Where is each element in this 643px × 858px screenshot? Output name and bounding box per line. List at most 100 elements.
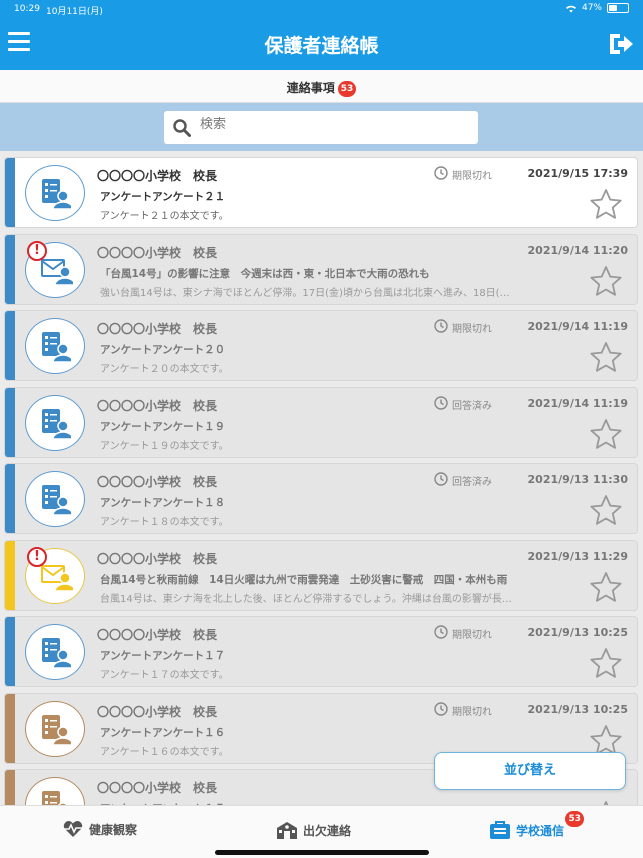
star-icon[interactable] — [589, 571, 623, 607]
message-body: アンケート１７の本文です。 — [100, 670, 229, 681]
status-right: 47% — [565, 3, 629, 13]
message-date: 2021/9/14 11:20 — [527, 243, 628, 257]
survey-icon — [25, 624, 85, 680]
wifi-icon — [565, 5, 576, 12]
category-stripe — [5, 770, 15, 805]
message-body: 台風14号は、東シナ海を北上した後、ほとんど停滞するでしょう。沖縄は台風の影響が… — [100, 593, 512, 605]
star-icon[interactable] — [589, 265, 623, 301]
page-title: 保護者連絡帳 — [264, 35, 379, 57]
message-body: アンケート１８の本文です。 — [100, 517, 229, 528]
message-card[interactable]: ! 〇〇〇〇小学校 校長 2021/9/14 11:20 「台風14号」の影響に… — [4, 233, 638, 305]
message-body: 強い台風14号は、東シナ海でほとんど停滞。17日(金)頃から台風は北北東へ進み、… — [100, 287, 510, 299]
message-state-label: 期限切れ — [452, 706, 492, 718]
message-state: 回答済み — [434, 395, 492, 413]
message-state: 期限切れ — [434, 701, 492, 719]
star-icon[interactable] — [589, 647, 623, 683]
status-date: 10月11日(月) — [46, 7, 103, 17]
tab-school-news-label: 学校通信 — [516, 823, 565, 838]
message-card[interactable]: 〇〇〇〇小学校 校長 回答済み 2021/9/14 11:19 アンケートアンケ… — [4, 386, 638, 458]
category-stripe — [5, 617, 15, 686]
message-subject: アンケートアンケート２１ — [100, 191, 226, 203]
battery-icon — [607, 3, 629, 13]
category-stripe — [5, 234, 15, 304]
category-stripe — [5, 693, 15, 763]
message-date: 2021/9/14 11:19 — [527, 396, 628, 410]
star-icon[interactable] — [589, 341, 623, 377]
tab-health[interactable]: 健康観察 — [62, 820, 137, 838]
nav-bar: 保護者連絡帳 — [0, 18, 643, 70]
message-list[interactable]: 〇〇〇〇小学校 校長 期限切れ 2021/9/15 17:39 アンケートアンケ… — [0, 151, 643, 805]
message-body: アンケート２１の本文です。 — [100, 211, 229, 222]
status-time: 10:29 — [14, 4, 40, 14]
message-body: アンケート１９の本文です。 — [100, 440, 229, 452]
message-card[interactable]: 〇〇〇〇小学校 校長 期限切れ 2021/9/14 11:19 アンケートアンケ… — [4, 310, 638, 381]
tab-badge: 53 — [565, 811, 585, 827]
message-date: 2021/9/14 11:19 — [527, 320, 628, 333]
message-sender: 〇〇〇〇小学校 校長 — [97, 628, 218, 642]
message-state-label: 期限切れ — [452, 324, 492, 335]
message-card[interactable]: 〇〇〇〇小学校 校長 期限切れ 2021/9/13 10:25 アンケートアンケ… — [4, 616, 638, 687]
message-state: 期限切れ — [434, 625, 492, 642]
message-state-label: 回答済み — [452, 400, 492, 412]
star-icon[interactable] — [589, 418, 623, 454]
message-sender: 〇〇〇〇小学校 校長 — [97, 169, 218, 183]
survey-icon — [25, 165, 85, 221]
message-date: 2021/9/13 11:30 — [527, 473, 628, 486]
message-state: 期限切れ — [434, 319, 492, 336]
survey-icon — [25, 318, 85, 374]
tab-attendance-label: 出欠連絡 — [303, 823, 352, 838]
tab-attendance[interactable]: 出欠連絡 — [276, 820, 351, 840]
tab-school-news[interactable]: 学校通信 53 — [489, 811, 585, 840]
message-card[interactable]: 〇〇〇〇小学校 校長 回答済み 2021/9/13 11:30 アンケートアンケ… — [4, 463, 638, 534]
message-subject: アンケートアンケート１８ — [100, 497, 226, 509]
message-sender: 〇〇〇〇小学校 校長 — [97, 704, 218, 719]
clock-icon — [434, 395, 448, 413]
message-state-label: 期限切れ — [452, 171, 492, 182]
search-input[interactable] — [200, 117, 460, 132]
section-title: 連絡事項 — [286, 81, 335, 95]
search-box[interactable] — [164, 111, 478, 144]
message-subject: アンケートアンケート１６ — [100, 726, 226, 739]
battery-percent: 47% — [581, 3, 602, 13]
category-stripe — [5, 158, 15, 227]
survey-icon — [25, 700, 85, 757]
search-bar — [0, 103, 643, 151]
message-state: 回答済み — [434, 472, 492, 489]
message-date: 2021/9/13 11:29 — [527, 549, 628, 563]
clock-icon — [434, 166, 448, 183]
star-icon[interactable] — [589, 188, 623, 224]
message-subject: 台風14号と秋雨前線 14日火曜は九州で雨雲発達 土砂災害に警戒 四国・本州も雨 — [100, 573, 508, 586]
message-date: 2021/9/13 10:25 — [527, 702, 628, 716]
star-icon[interactable] — [589, 494, 623, 530]
message-card[interactable]: 〇〇〇〇小学校 校長 期限切れ 2021/9/15 17:39 アンケートアンケ… — [4, 157, 638, 228]
message-subject: 「台風14号」の影響に注意 今週末は西・東・北日本で大雨の恐れも — [100, 267, 430, 280]
message-sender: 〇〇〇〇小学校 校長 — [97, 245, 218, 260]
message-card[interactable]: ! 〇〇〇〇小学校 校長 2021/9/13 11:29 台風14号と秋雨前線 … — [4, 539, 638, 611]
survey-icon — [25, 394, 85, 451]
message-sender: 〇〇〇〇小学校 校長 — [97, 551, 218, 566]
section-header: 連絡事項 53 — [0, 70, 643, 103]
message-sender: 〇〇〇〇小学校 校長 — [97, 475, 218, 489]
logout-icon[interactable] — [607, 31, 635, 57]
clock-icon — [434, 701, 448, 719]
alert-icon: ! — [27, 240, 47, 261]
message-subject: アンケートアンケート１７ — [100, 650, 226, 662]
category-stripe — [5, 464, 15, 533]
tab-health-label: 健康観察 — [89, 822, 138, 837]
category-stripe — [5, 311, 15, 380]
unread-badge: 53 — [337, 81, 357, 97]
sort-button[interactable]: 並び替え — [434, 752, 626, 790]
message-sender: 〇〇〇〇小学校 校長 — [97, 322, 218, 336]
message-date: 2021/9/13 10:25 — [527, 626, 628, 639]
alert-icon: ! — [27, 546, 47, 567]
clock-icon — [434, 625, 448, 642]
school-building-icon — [277, 822, 297, 839]
message-sender: 〇〇〇〇小学校 校長 — [97, 398, 218, 413]
message-subject: アンケートアンケート２０ — [100, 344, 226, 356]
status-bar: 10:29 10月11日(月) 47% — [0, 0, 643, 18]
survey-icon — [25, 471, 85, 527]
tab-bar: 健康観察 出欠連絡 学校通信 53 — [0, 805, 643, 858]
message-subject: アンケートアンケート１９ — [100, 420, 226, 433]
home-indicator — [215, 850, 429, 855]
heartbeat-icon — [63, 821, 83, 837]
